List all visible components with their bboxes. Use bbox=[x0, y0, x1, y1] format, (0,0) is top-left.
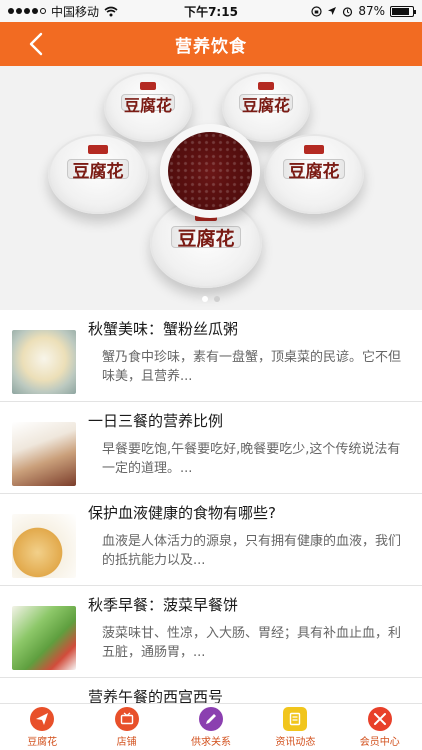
red-bean-bowl bbox=[160, 124, 260, 218]
tab-news[interactable]: 资讯动态 bbox=[253, 706, 337, 748]
tab-label: 供求关系 bbox=[190, 736, 231, 748]
tab-member-center[interactable]: 会员中心 bbox=[338, 706, 422, 748]
carrier-label: 中国移动 bbox=[51, 4, 100, 19]
tab-shop[interactable]: 店铺 bbox=[85, 706, 169, 748]
page-title: 营养饮食 bbox=[175, 36, 247, 57]
carousel-dot bbox=[214, 296, 220, 302]
list-item[interactable]: 营养午餐的西宫西号 bbox=[0, 678, 422, 706]
status-right: 87% bbox=[311, 4, 416, 18]
article-list: 秋蟹美味：蟹粉丝瓜粥 蟹乃食中珍味，素有一盘蟹，顶桌菜的民谚。它不但味美，且营养… bbox=[0, 310, 422, 706]
paper-plane-icon bbox=[30, 706, 55, 731]
article-thumbnail bbox=[12, 606, 76, 670]
chevron-left-icon bbox=[29, 32, 43, 56]
tab-label: 店铺 bbox=[116, 736, 137, 748]
article-summary: 血液是人体活力的源泉，只有拥有健康的血液，我们的抵抗能力以及... bbox=[102, 534, 402, 568]
location-icon bbox=[328, 7, 337, 15]
tools-icon bbox=[367, 706, 392, 731]
article-title: 保护血液健康的食物有哪些? bbox=[88, 504, 276, 522]
battery-icon bbox=[390, 5, 416, 17]
product-cup: 豆腐花 bbox=[264, 134, 364, 214]
banner-carousel[interactable]: 豆腐花 豆腐花 豆腐花 豆腐花 豆腐花 bbox=[0, 66, 422, 310]
carousel-dot bbox=[202, 296, 208, 302]
article-summary: 早餐要吃饱,午餐要吃好,晚餐要吃少,这个传统说法有一定的道理。... bbox=[102, 442, 401, 476]
article-summary: 菠菜味甘、性凉，入大肠、胃经；具有补血止血，利五脏，通肠胃，... bbox=[102, 626, 402, 660]
article-title: 秋季早餐：菠菜早餐饼 bbox=[88, 596, 239, 614]
status-time: 下午7:15 bbox=[184, 4, 238, 19]
article-title: 一日三餐的营养比例 bbox=[88, 412, 224, 430]
tab-supply-demand[interactable]: 供求关系 bbox=[169, 706, 253, 748]
tv-icon bbox=[114, 706, 139, 731]
list-item[interactable]: 秋蟹美味：蟹粉丝瓜粥 蟹乃食中珍味，素有一盘蟹，顶桌菜的民谚。它不但味美，且营养… bbox=[0, 310, 422, 402]
alarm-icon bbox=[343, 6, 353, 17]
list-item[interactable]: 一日三餐的营养比例 早餐要吃饱,午餐要吃好,晚餐要吃少,这个传统说法有一定的道理… bbox=[0, 402, 422, 494]
article-thumbnail bbox=[12, 330, 76, 394]
carousel-indicator bbox=[202, 296, 220, 302]
product-cup: 豆腐花 bbox=[104, 72, 192, 142]
tab-label: 会员中心 bbox=[359, 736, 400, 748]
status-left: 中国移动 bbox=[8, 3, 118, 20]
wifi-icon bbox=[104, 6, 118, 16]
signal-icon bbox=[8, 8, 46, 14]
list-item[interactable]: 保护血液健康的食物有哪些? 血液是人体活力的源泉，只有拥有健康的血液，我们的抵抗… bbox=[0, 494, 422, 586]
article-thumbnail bbox=[12, 422, 76, 486]
back-button[interactable] bbox=[22, 30, 50, 58]
battery-percent: 87% bbox=[358, 4, 385, 18]
rotation-lock-icon bbox=[311, 5, 322, 17]
pen-icon bbox=[198, 706, 223, 731]
product-cup: 豆腐花 bbox=[48, 134, 148, 214]
bottom-tab-bar: 豆腐花 店铺 供求关系 资讯动态 会员中心 bbox=[0, 703, 422, 750]
status-bar: 中国移动 下午7:15 87% bbox=[0, 0, 422, 22]
list-item[interactable]: 秋季早餐：菠菜早餐饼 菠菜味甘、性凉，入大肠、胃经；具有补血止血，利五脏，通肠胃… bbox=[0, 586, 422, 678]
article-summary: 蟹乃食中珍味，素有一盘蟹，顶桌菜的民谚。它不但味美，且营养... bbox=[102, 350, 402, 384]
app-header: 营养饮食 bbox=[0, 22, 422, 66]
article-title: 秋蟹美味：蟹粉丝瓜粥 bbox=[88, 320, 239, 338]
notepad-icon bbox=[283, 706, 308, 731]
tab-label: 豆腐花 bbox=[27, 736, 58, 748]
tab-label: 资讯动态 bbox=[275, 736, 316, 748]
tab-tofu-pudding[interactable]: 豆腐花 bbox=[0, 706, 84, 748]
article-thumbnail bbox=[12, 514, 76, 578]
